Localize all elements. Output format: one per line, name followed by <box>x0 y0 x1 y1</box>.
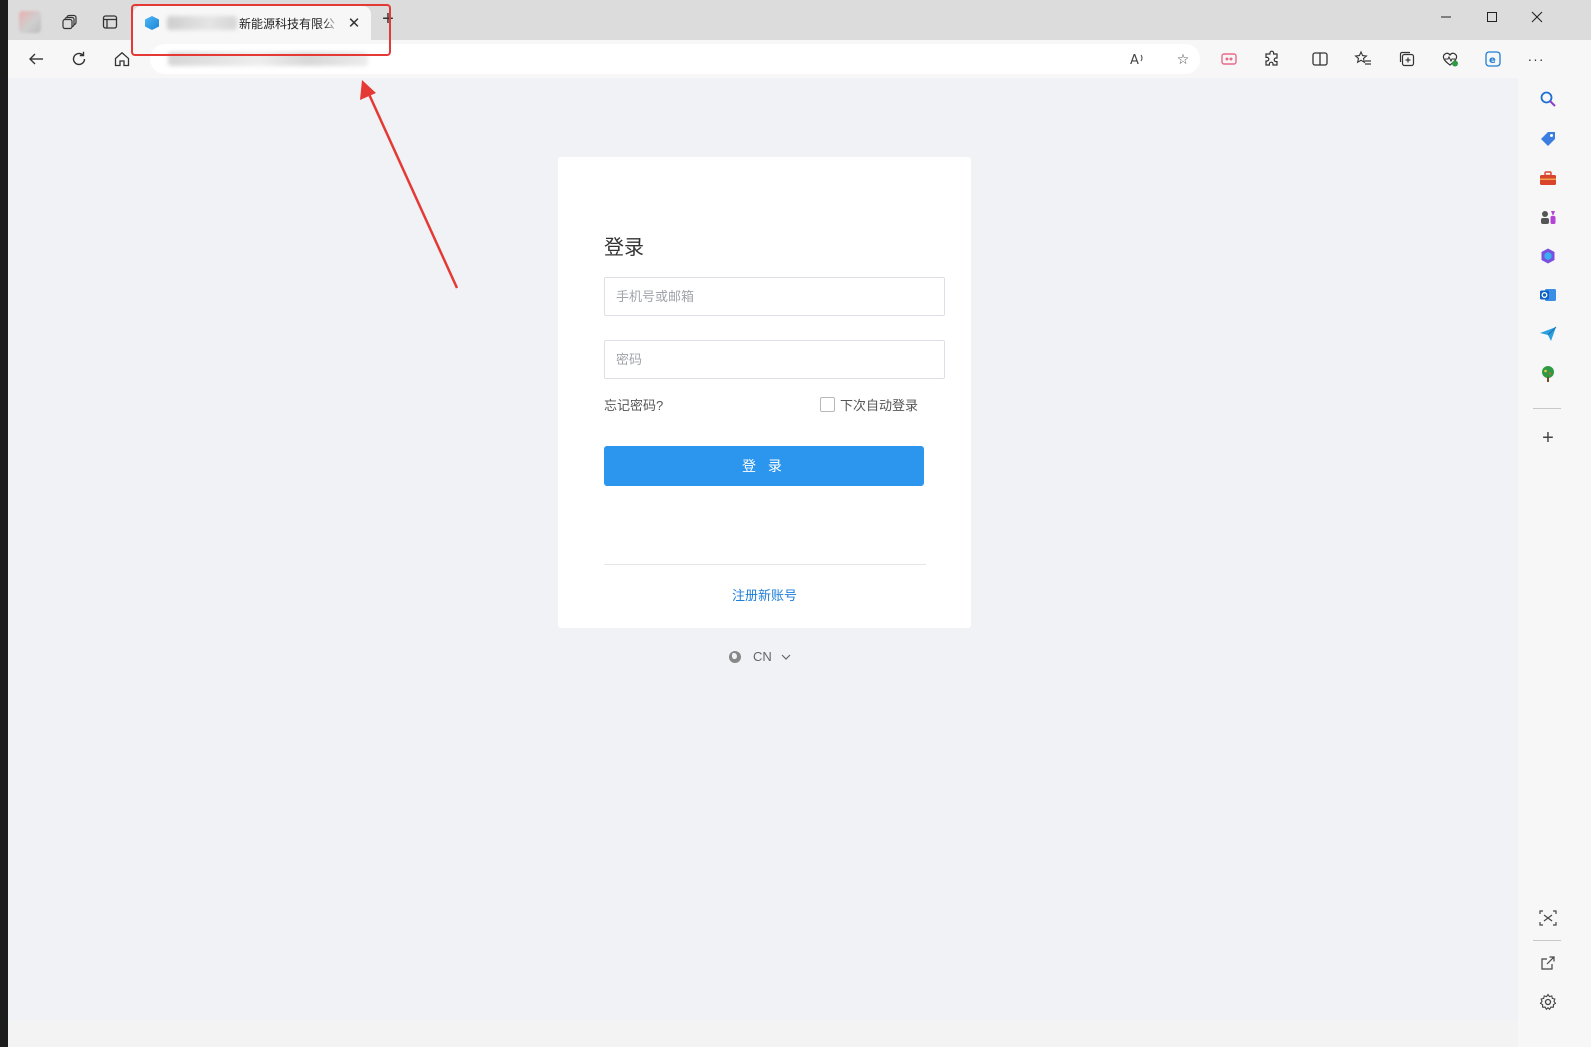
annotation-arrow <box>360 80 459 289</box>
browser-window: 新能源科技有限公 ✕ + A ☆ e ··· 登录 手机号或邮箱 忘记密码? 下… <box>8 0 1591 1047</box>
